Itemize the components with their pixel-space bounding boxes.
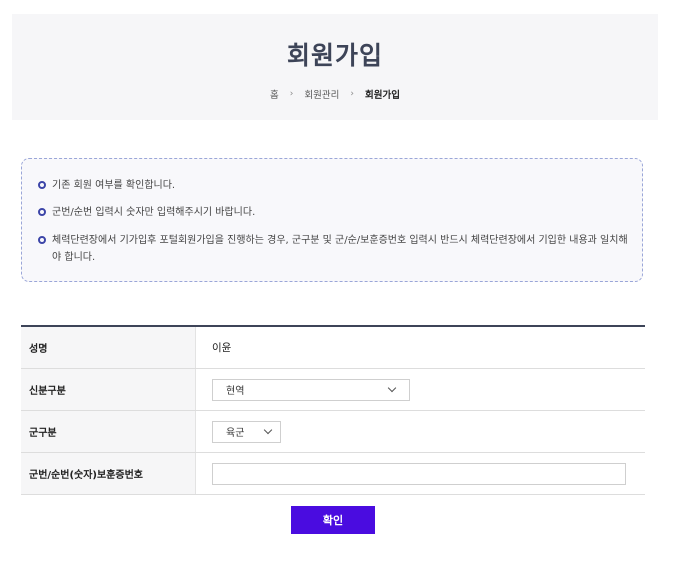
service-number-input[interactable] (212, 462, 626, 485)
breadcrumb: 홈 › 회원관리 › 회원가입 (12, 87, 658, 101)
breadcrumb-current: 회원가입 (365, 90, 401, 101)
id-label: 군번/순번(숫자)보훈증번호 (21, 453, 196, 494)
status-field: 현역 (196, 369, 645, 410)
status-select-value: 현역 (226, 386, 245, 397)
circle-bullet-icon (38, 181, 46, 189)
name-value: 이윤 (212, 342, 232, 354)
status-select[interactable]: 현역 (212, 378, 410, 401)
branch-select-value: 육군 (226, 428, 245, 439)
circle-bullet-icon (38, 208, 46, 216)
breadcrumb-separator-icon: › (350, 89, 355, 99)
notice-item: 체력단련장에서 기가입후 포털회원가입을 진행하는 경우, 군구분 및 군/순/… (38, 232, 628, 266)
chevron-down-icon (263, 425, 273, 434)
name-label: 성명 (21, 327, 196, 368)
notice-text: 체력단련장에서 기가입후 포털회원가입을 진행하는 경우, 군구분 및 군/순/… (52, 235, 628, 263)
branch-select[interactable]: 육군 (212, 420, 281, 443)
notice-item: 군번/순번 입력시 숫자만 입력해주시기 바랍니다. (38, 204, 628, 221)
page-header: 회원가입 홈 › 회원관리 › 회원가입 (12, 14, 658, 120)
branch-label: 군구분 (21, 411, 196, 452)
id-field (196, 453, 645, 494)
confirm-button[interactable]: 확인 (291, 506, 375, 534)
notice-box: 기존 회원 여부를 확인합니다. 군번/순번 입력시 숫자만 입력해주시기 바랍… (21, 158, 643, 282)
form-row-status: 신분구분 현역 (21, 369, 645, 411)
breadcrumb-separator-icon: › (289, 89, 294, 99)
signup-form-table: 성명 이윤 신분구분 현역 군구분 육군 군번/순번(숫자)보훈증번호 (21, 325, 645, 495)
notice-text: 군번/순번 입력시 숫자만 입력해주시기 바랍니다. (52, 207, 256, 218)
breadcrumb-member-management[interactable]: 회원관리 (304, 87, 339, 101)
circle-bullet-icon (38, 236, 46, 244)
form-row-name: 성명 이윤 (21, 327, 645, 369)
status-label: 신분구분 (21, 369, 196, 410)
chevron-down-icon (387, 383, 397, 392)
notice-item: 기존 회원 여부를 확인합니다. (38, 177, 628, 194)
page-title: 회원가입 (286, 41, 383, 70)
breadcrumb-home[interactable]: 홈 (270, 87, 279, 101)
form-row-id: 군번/순번(숫자)보훈증번호 (21, 453, 645, 495)
branch-field: 육군 (196, 411, 645, 452)
notice-text: 기존 회원 여부를 확인합니다. (52, 180, 176, 191)
form-row-branch: 군구분 육군 (21, 411, 645, 453)
